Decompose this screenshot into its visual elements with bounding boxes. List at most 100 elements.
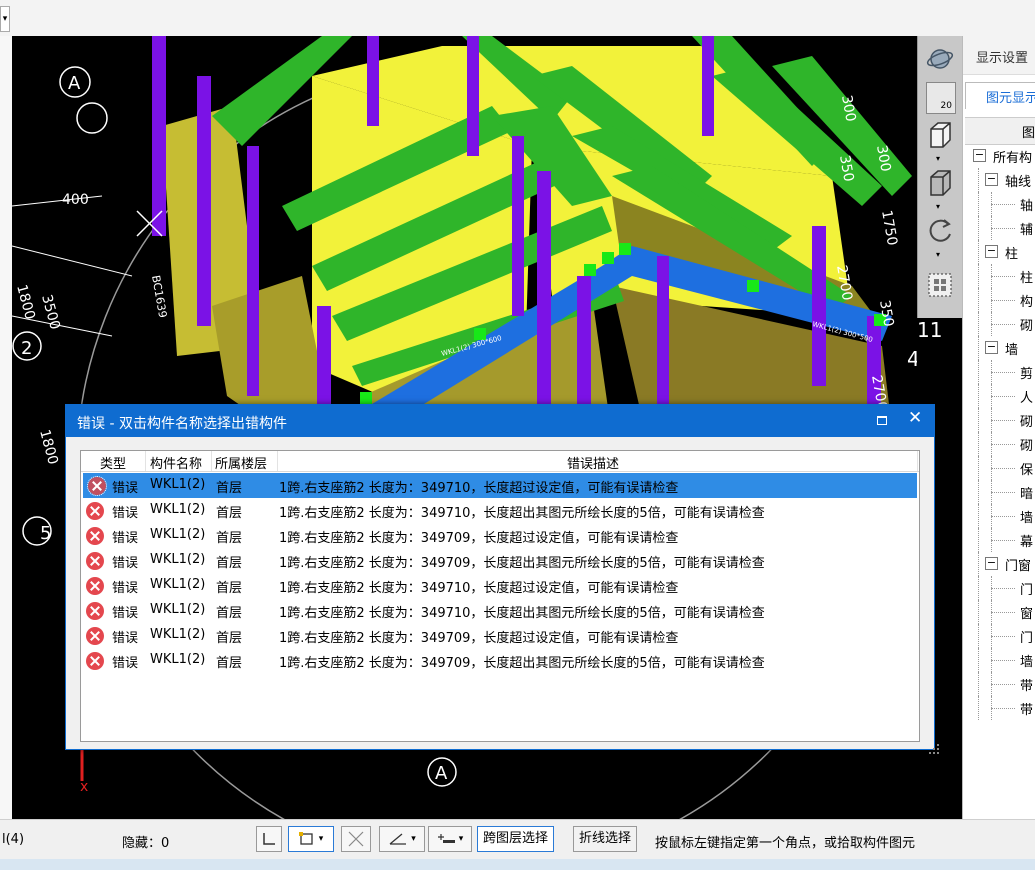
row-component-name[interactable]: WKL1(2) (150, 502, 205, 517)
row-floor: 首层 (216, 656, 243, 671)
tree-item[interactable]: 保 (963, 456, 1035, 480)
solid-cube-icon[interactable] (924, 168, 956, 198)
collapse-icon[interactable]: − (973, 149, 986, 162)
svg-text:2: 2 (21, 338, 32, 359)
row-component-name[interactable]: WKL1(2) (150, 652, 205, 667)
table-row[interactable]: 错误 WKL1(2) 首层 1跨.右支座筋2 长度为：349709，长度超过设定值，可… (81, 523, 919, 548)
tree-item[interactable]: − 门窗 (963, 552, 1035, 576)
chevron-down-icon[interactable]: ▾ (319, 834, 324, 844)
row-floor: 首层 (216, 581, 243, 596)
tree-item[interactable]: 墙 (963, 504, 1035, 528)
tree-item[interactable]: 柱 (963, 264, 1035, 288)
collapse-icon[interactable]: − (985, 245, 998, 258)
tree-item[interactable]: 暗 (963, 480, 1035, 504)
chevron-down-icon[interactable]: ▾ (459, 834, 464, 844)
svg-text:A: A (435, 763, 448, 784)
cross-select-icon[interactable] (341, 826, 371, 852)
tree-item[interactable]: 砌 (963, 432, 1035, 456)
column-header-type[interactable]: 类型 (100, 453, 126, 472)
tree-item[interactable]: 砌 (963, 408, 1035, 432)
tree-item-label: 门窗 (1005, 559, 1032, 574)
ortho-icon[interactable] (256, 826, 282, 852)
tree-item[interactable]: 轴 (963, 192, 1035, 216)
grip (619, 243, 631, 255)
collapse-icon[interactable]: − (985, 173, 998, 186)
row-type: 错误 (112, 631, 139, 646)
chevron-down-icon[interactable]: ▾ (0, 6, 10, 32)
layer-count-button[interactable]: 20 (926, 82, 956, 114)
table-row[interactable]: 错误 WKL1(2) 首层 1跨.右支座筋2 长度为：349709，长度超过设定值，可… (81, 623, 919, 648)
tree-item[interactable]: 砌 (963, 312, 1035, 336)
column (197, 76, 211, 326)
tree-item[interactable]: 墙 (963, 648, 1035, 672)
row-type: 错误 (112, 606, 139, 621)
angle-button[interactable]: ▾ (379, 826, 425, 852)
tree-item[interactable]: 幕 (963, 528, 1035, 552)
tree-item[interactable]: 辅 (963, 216, 1035, 240)
row-component-name[interactable]: WKL1(2) (150, 527, 205, 542)
svg-text:1800: 1800 (36, 428, 61, 467)
maximize-icon[interactable] (877, 416, 887, 425)
close-icon[interactable]: ✕ (908, 408, 922, 428)
tree-item[interactable]: 剪 (963, 360, 1035, 384)
row-component-name[interactable]: WKL1(2) (150, 627, 205, 642)
cross-layer-select-button[interactable]: 跨图层选择 (477, 826, 555, 852)
tab-element-display[interactable]: 图元显示 (965, 82, 1035, 109)
tree-item[interactable]: 构 (963, 288, 1035, 312)
row-type: 错误 (112, 581, 139, 596)
row-component-name[interactable]: WKL1(2) (150, 552, 205, 567)
row-floor: 首层 (216, 606, 243, 621)
grip (360, 392, 372, 404)
row-component-name[interactable]: WKL1(2) (150, 477, 205, 492)
chevron-down-icon[interactable]: ▾ (936, 250, 940, 259)
row-description: 1跨.右支座筋2 长度为：349709，长度超出其图元所绘长度的5倍，可能有误请… (279, 556, 765, 571)
row-component-name[interactable]: WKL1(2) (150, 577, 205, 592)
table-row[interactable]: 错误 WKL1(2) 首层 1跨.右支座筋2 长度为：349710，长度超过设定值，可… (83, 473, 917, 498)
tree-item[interactable]: − 墙 (963, 336, 1035, 360)
orbit-icon[interactable] (924, 44, 956, 74)
snap-button[interactable]: ▾ (428, 826, 472, 852)
tree-item[interactable]: − 所有构 (963, 144, 1035, 168)
row-component-name[interactable]: WKL1(2) (150, 602, 205, 617)
tree-item[interactable]: 门 (963, 624, 1035, 648)
tree-item-label: 轴 (1020, 199, 1034, 214)
table-row[interactable]: 错误 WKL1(2) 首层 1跨.右支座筋2 长度为：349709，长度超出其图元所绘… (81, 548, 919, 573)
column-header-name[interactable]: 构件名称 (150, 453, 202, 472)
column-header-floor[interactable]: 所属楼层 (215, 453, 267, 472)
chevron-down-icon[interactable]: ▾ (936, 202, 940, 211)
rotate-icon[interactable] (924, 216, 956, 246)
resize-grip-icon[interactable] (929, 744, 939, 754)
tree-item-label: 窗 (1020, 607, 1034, 622)
collapse-icon[interactable]: − (985, 341, 998, 354)
tree-item[interactable]: − 柱 (963, 240, 1035, 264)
grip (602, 252, 614, 264)
tree-item[interactable]: 人 (963, 384, 1035, 408)
polyline-select-button[interactable]: 折线选择 (573, 826, 638, 852)
row-description: 1跨.右支座筋2 长度为：349709，长度超过设定值，可能有误请检查 (279, 631, 679, 646)
collapse-icon[interactable]: − (985, 557, 998, 570)
tree-item-label: 构 (1020, 295, 1034, 310)
error-list[interactable]: 类型 构件名称 所属楼层 错误描述 错误 WKL1(2) 首层 1跨.右支座筋2 长度… (80, 450, 939, 754)
tree-item-label: 剪 (1020, 367, 1034, 382)
rect-select-button[interactable]: ▾ (288, 826, 334, 852)
tree-item[interactable]: 门 (963, 576, 1035, 600)
tree-item[interactable]: 带 (963, 672, 1035, 696)
table-row[interactable]: 错误 WKL1(2) 首层 1跨.右支座筋2 长度为：349710，长度超出其图元所绘… (81, 598, 919, 623)
table-row[interactable]: 错误 WKL1(2) 首层 1跨.右支座筋2 长度为：349710，长度超过设定值，可… (81, 573, 919, 598)
table-row[interactable]: 错误 WKL1(2) 首层 1跨.右支座筋2 长度为：349710，长度超出其图元所绘… (81, 498, 919, 523)
column-header-description[interactable]: 错误描述 (567, 453, 619, 472)
chevron-down-icon[interactable]: ▾ (411, 834, 416, 844)
error-dialog: 错误 - 双击构件名称选择出错构件 ✕ 类型 构件名称 所属楼层 错误描述 错误… (65, 404, 939, 754)
floor-select-icon[interactable] (924, 270, 956, 300)
row-floor: 首层 (216, 531, 243, 546)
error-icon (86, 627, 104, 645)
table-row[interactable]: 错误 WKL1(2) 首层 1跨.右支座筋2 长度为：349709，长度超出其图元所绘… (81, 648, 919, 673)
tree-item[interactable]: 带 (963, 696, 1035, 720)
chevron-down-icon[interactable]: ▾ (936, 154, 940, 163)
error-icon (86, 652, 104, 670)
tree-item[interactable]: − 轴线 (963, 168, 1035, 192)
tree-item-label: 墙 (1020, 655, 1034, 670)
column (512, 136, 524, 316)
tree-item[interactable]: 窗 (963, 600, 1035, 624)
cube-view-icon[interactable] (924, 120, 956, 150)
